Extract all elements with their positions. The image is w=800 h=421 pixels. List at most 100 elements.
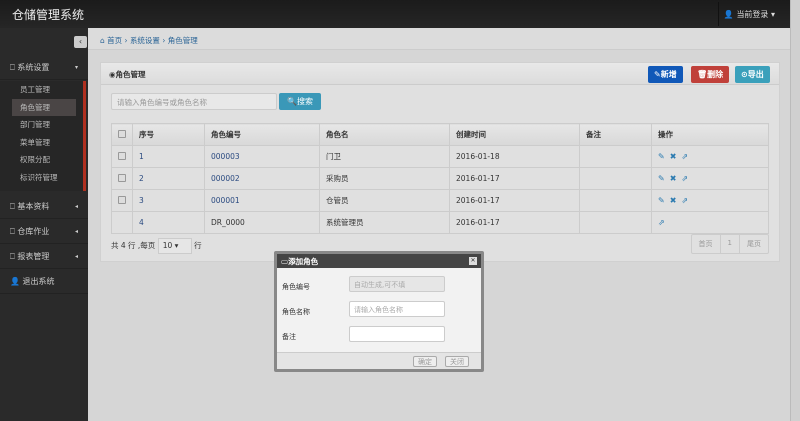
table-row: 2 000002 采购员 2016-01-17 ✎ ✖ ⇗ bbox=[111, 167, 769, 190]
row-checkbox[interactable] bbox=[118, 151, 126, 160]
submenu-item-menu[interactable]: 菜单管理 bbox=[0, 134, 83, 152]
delete-button[interactable]: 🗑删除 bbox=[691, 66, 730, 83]
panel-header: ◉角色管理 ✎新增 🗑删除 ⊙导出 bbox=[101, 63, 779, 85]
add-role-dialog: ▭添加角色 ✕ 角色编号 自动生成,可不填 角色名称 请输入角色名称 备注 确定… bbox=[274, 251, 484, 372]
col-header: 创建时间 bbox=[449, 123, 580, 146]
col-header: 备注 bbox=[579, 123, 652, 146]
export-icon: ⊙ bbox=[741, 70, 748, 79]
caret-icon: ◂ bbox=[74, 203, 78, 210]
sidebar-item-basic[interactable]: ⎕ 基本资料 ◂ bbox=[0, 195, 88, 219]
bookmark-icon: ⎕ bbox=[10, 252, 15, 261]
sidebar-item-warehouse[interactable]: ⎕ 仓库作业 ◂ bbox=[0, 220, 88, 244]
label: 系统设置 bbox=[17, 63, 50, 72]
breadcrumb-current: 角色管理 bbox=[167, 36, 198, 45]
search-button[interactable]: 🔍搜索 bbox=[279, 93, 321, 110]
delete-icon[interactable]: ✖ bbox=[670, 196, 677, 205]
cell bbox=[111, 189, 133, 212]
user-label: 当前登录 bbox=[736, 10, 769, 19]
external-link-icon[interactable]: ⇗ bbox=[658, 218, 665, 227]
scrollbar[interactable] bbox=[790, 0, 800, 421]
cell: 4 bbox=[132, 211, 205, 234]
export-button[interactable]: ⊙导出 bbox=[735, 66, 770, 83]
label: 新增 bbox=[660, 70, 677, 79]
label: 行 bbox=[194, 241, 202, 250]
role-code-label: 角色编号 bbox=[282, 283, 310, 291]
cell: 采购员 bbox=[319, 167, 450, 190]
table-row: 4 DR_0000 系统管理员 2016-01-17 ⇗ bbox=[111, 211, 769, 234]
first-page-button[interactable]: 首页 bbox=[692, 235, 720, 253]
cell: 000003 bbox=[204, 145, 320, 168]
page-1-button[interactable]: 1 bbox=[719, 235, 739, 253]
bookmark-icon: ⎕ bbox=[10, 227, 15, 236]
col-header: 角色名 bbox=[319, 123, 450, 146]
row-checkbox[interactable] bbox=[118, 173, 126, 182]
breadcrumb-system[interactable]: 系统设置 bbox=[130, 36, 160, 45]
external-link-icon[interactable]: ⇗ bbox=[681, 196, 688, 205]
table-row: 3 000001 仓管员 2016-01-17 ✎ ✖ ⇗ bbox=[111, 189, 769, 212]
cell: 门卫 bbox=[319, 145, 450, 168]
add-button[interactable]: ✎新增 bbox=[648, 66, 683, 83]
pagination: 首页 1 尾页 bbox=[690, 234, 769, 254]
label: 删除 bbox=[707, 70, 724, 79]
role-name-field[interactable]: 请输入角色名称 bbox=[349, 301, 445, 317]
cell: 仓管员 bbox=[319, 189, 450, 212]
close-icon[interactable]: ✕ bbox=[469, 257, 477, 265]
submenu-item-identifiers[interactable]: 标识符管理 bbox=[0, 169, 83, 187]
cell bbox=[111, 167, 133, 190]
cell bbox=[579, 167, 652, 190]
submenu: 员工管理 角色管理 部门管理 菜单管理 权限分配 标识符管理 bbox=[0, 81, 86, 191]
col-header: 序号 bbox=[132, 123, 205, 146]
caret-icon: ◂ bbox=[74, 228, 78, 235]
page-size-select[interactable]: 10 ▾ bbox=[157, 238, 192, 254]
remark-label: 备注 bbox=[282, 333, 296, 341]
sidebar-item-system[interactable]: ⎕ 系统设置 ▾ bbox=[0, 56, 88, 80]
role-name-label: 角色名称 bbox=[282, 308, 310, 316]
cell: DR_0000 bbox=[204, 211, 320, 234]
user-menu[interactable]: 👤 当前登录 ▾ bbox=[724, 9, 775, 20]
breadcrumb-home[interactable]: 首页 bbox=[107, 36, 122, 45]
caret-icon: ▾ bbox=[74, 64, 78, 71]
edit-icon[interactable]: ✎ bbox=[658, 152, 665, 161]
dialog-title: 添加角色 bbox=[288, 257, 319, 266]
divider bbox=[718, 2, 719, 26]
remark-field[interactable] bbox=[349, 326, 445, 342]
edit-icon[interactable]: ✎ bbox=[658, 174, 665, 183]
edit-icon[interactable]: ✎ bbox=[658, 196, 665, 205]
breadcrumb: ⌂ 首页 › 系统设置 › 角色管理 bbox=[88, 28, 790, 50]
cell: 系统管理员 bbox=[319, 211, 450, 234]
cell: 3 bbox=[132, 189, 205, 212]
trash-icon: 🗑 bbox=[697, 70, 708, 79]
cell: 2016-01-17 bbox=[449, 167, 580, 190]
cell: 2 bbox=[132, 167, 205, 190]
search-icon: 🔍 bbox=[287, 97, 297, 106]
search-input[interactable]: 请输入角色编号或角色名称 bbox=[111, 93, 277, 110]
bookmark-icon: ⎕ bbox=[10, 63, 15, 72]
sidebar-item-reports[interactable]: ⎕ 报表管理 ◂ bbox=[0, 245, 88, 269]
confirm-button[interactable]: 确定 bbox=[413, 356, 437, 367]
cell: 2016-01-18 bbox=[449, 145, 580, 168]
select-all-cell bbox=[111, 123, 133, 146]
external-link-icon[interactable]: ⇗ bbox=[681, 152, 688, 161]
caret-icon: ◂ bbox=[74, 253, 78, 260]
submenu-item-dept[interactable]: 部门管理 bbox=[0, 116, 83, 134]
pencil-icon: ✎ bbox=[654, 70, 661, 79]
roles-table: 序号 角色编号 角色名 创建时间 备注 操作 1 000003 门卫 2016-01-… bbox=[111, 123, 769, 234]
submenu-item-staff[interactable]: 员工管理 bbox=[0, 81, 83, 99]
last-page-button[interactable]: 尾页 bbox=[739, 235, 768, 253]
close-button[interactable]: 关闭 bbox=[445, 356, 469, 367]
collapse-sidebar-button[interactable]: ‹ bbox=[74, 36, 87, 48]
submenu-item-roles[interactable]: 角色管理 bbox=[12, 98, 76, 116]
delete-icon[interactable]: ✖ bbox=[670, 174, 677, 183]
cell: ✎ ✖ ⇗ bbox=[651, 189, 769, 212]
label: 基本资料 bbox=[17, 202, 50, 211]
submenu-item-permissions[interactable]: 权限分配 bbox=[0, 151, 83, 169]
cell: 000001 bbox=[204, 189, 320, 212]
cell bbox=[579, 189, 652, 212]
delete-icon[interactable]: ✖ bbox=[670, 152, 677, 161]
role-code-field[interactable]: 自动生成,可不填 bbox=[349, 276, 445, 292]
row-checkbox[interactable] bbox=[118, 195, 126, 204]
select-all-checkbox[interactable] bbox=[118, 129, 126, 138]
user-icon: 👤 bbox=[723, 10, 734, 19]
sidebar-item-logout[interactable]: 👤 退出系统 bbox=[0, 270, 88, 294]
external-link-icon[interactable]: ⇗ bbox=[681, 174, 688, 183]
